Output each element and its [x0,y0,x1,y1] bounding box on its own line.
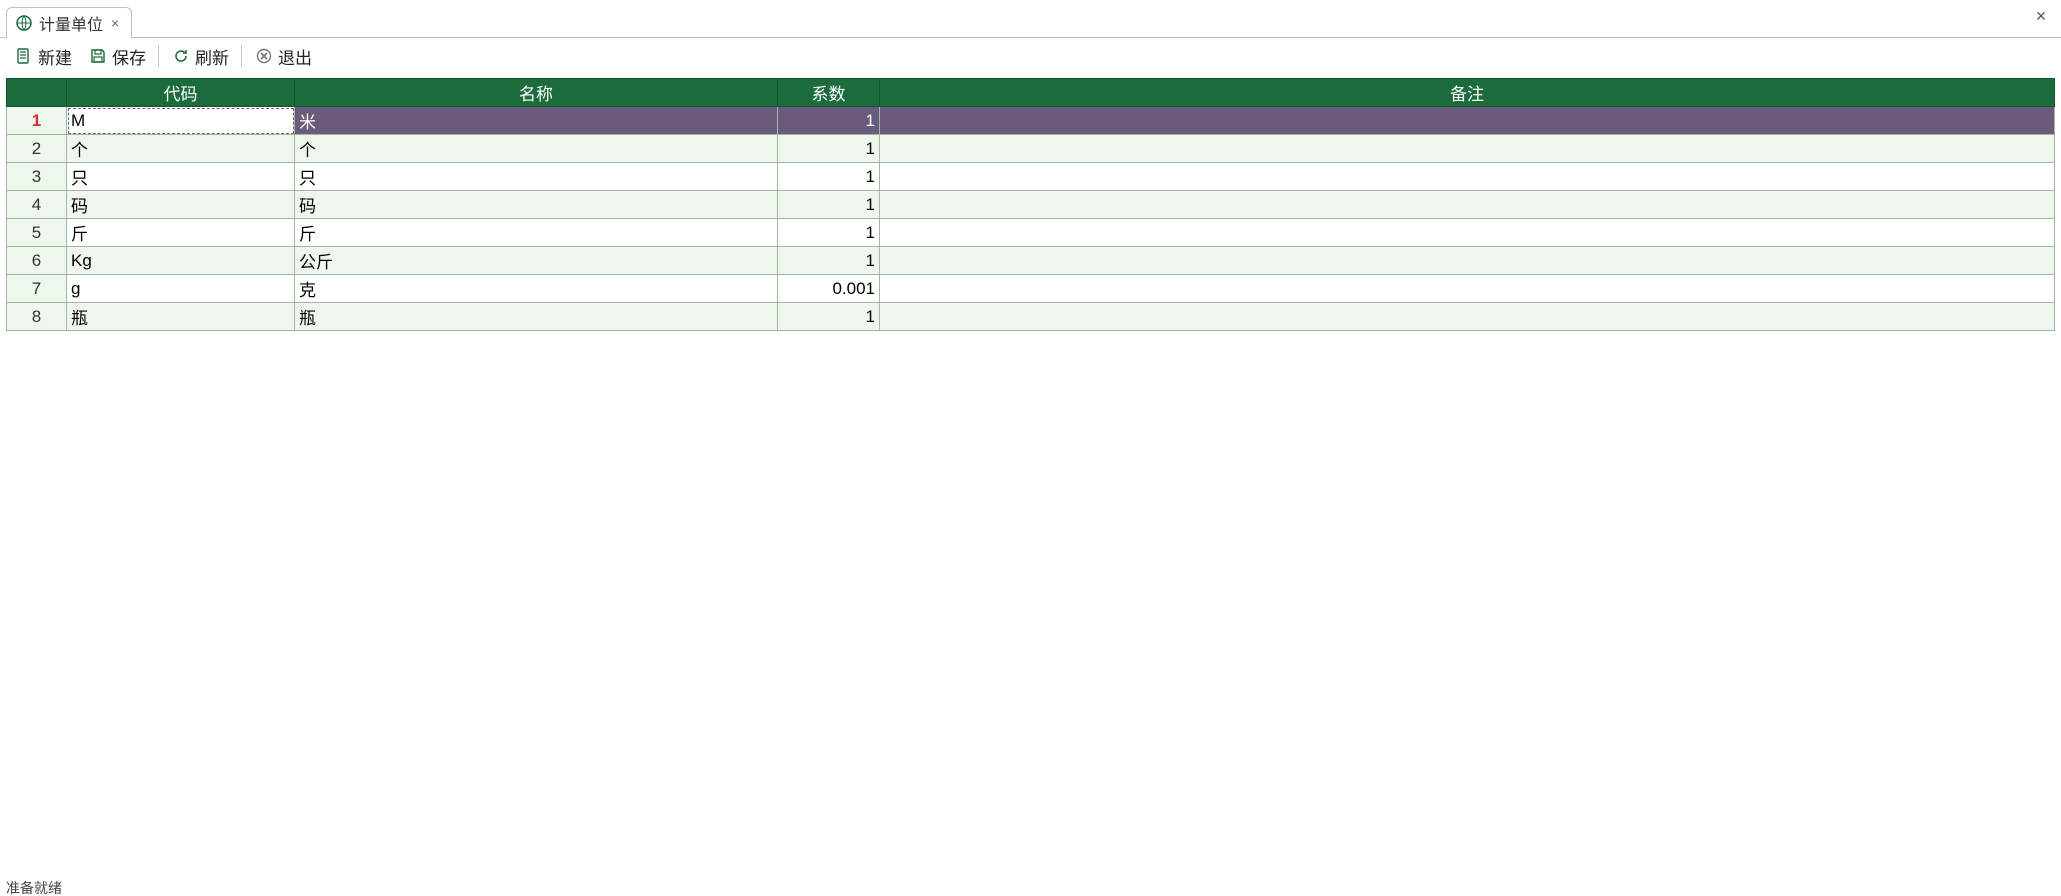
column-header-name[interactable]: 名称 [295,79,778,107]
table-row[interactable]: 8瓶瓶1 [7,303,2055,331]
new-icon [14,46,34,66]
row-number[interactable]: 8 [7,303,67,331]
status-text: 准备就绪 [6,880,62,896]
cell-factor[interactable]: 1 [778,219,880,247]
table-row[interactable]: 6Kg公斤1 [7,247,2055,275]
table-row[interactable]: 5斤斤1 [7,219,2055,247]
column-header-remark[interactable]: 备注 [880,79,2055,107]
cell-code[interactable]: 只 [67,163,295,191]
table-row[interactable]: 2个个1 [7,135,2055,163]
cell-code[interactable]: 瓶 [67,303,295,331]
cell-factor[interactable]: 0.001 [778,275,880,303]
cell-code[interactable]: 码 [67,191,295,219]
row-number[interactable]: 5 [7,219,67,247]
toolbar-separator [241,45,242,67]
globe-icon [15,14,33,32]
cell-factor[interactable]: 1 [778,191,880,219]
cell-remark[interactable] [880,247,2055,275]
tab-strip: 计量单位 × × [0,0,2061,38]
row-number[interactable]: 1 [7,107,67,135]
cell-remark[interactable] [880,275,2055,303]
window-close-icon[interactable]: × [2029,4,2053,28]
cell-name[interactable]: 瓶 [295,303,778,331]
table-row[interactable]: 4码码1 [7,191,2055,219]
table-row[interactable]: 7g克0.001 [7,275,2055,303]
new-label: 新建 [38,44,72,69]
cell-remark[interactable] [880,219,2055,247]
exit-icon [254,46,274,66]
cell-code[interactable]: 个 [67,135,295,163]
cell-name[interactable]: 只 [295,163,778,191]
tab-measurement-unit[interactable]: 计量单位 × [6,7,132,39]
row-number[interactable]: 2 [7,135,67,163]
cell-factor[interactable]: 1 [778,163,880,191]
cell-factor[interactable]: 1 [778,107,880,135]
save-button[interactable]: 保存 [82,42,152,71]
row-number[interactable]: 7 [7,275,67,303]
close-icon[interactable]: × [109,15,121,31]
table-row[interactable]: 1M米1 [7,107,2055,135]
cell-name[interactable]: 公斤 [295,247,778,275]
cell-name[interactable]: 个 [295,135,778,163]
cell-remark[interactable] [880,107,2055,135]
tab-title: 计量单位 [39,11,103,35]
save-icon [88,46,108,66]
cell-code[interactable]: g [67,275,295,303]
cell-remark[interactable] [880,135,2055,163]
cell-factor[interactable]: 1 [778,135,880,163]
cell-remark[interactable] [880,303,2055,331]
data-grid[interactable]: 代码 名称 系数 备注 1M米12个个13只只14码码15斤斤16Kg公斤17g… [6,78,2055,331]
exit-button[interactable]: 退出 [248,42,318,71]
table-row[interactable]: 3只只1 [7,163,2055,191]
cell-name[interactable]: 码 [295,191,778,219]
column-header-code[interactable]: 代码 [67,79,295,107]
cell-name[interactable]: 斤 [295,219,778,247]
refresh-icon [171,46,191,66]
cell-factor[interactable]: 1 [778,303,880,331]
cell-code[interactable]: M [67,107,295,135]
column-header-rownum[interactable] [7,79,67,107]
cell-name[interactable]: 克 [295,275,778,303]
cell-name[interactable]: 米 [295,107,778,135]
cell-code[interactable]: Kg [67,247,295,275]
toolbar-separator [158,45,159,67]
cell-remark[interactable] [880,163,2055,191]
refresh-button[interactable]: 刷新 [165,42,235,71]
cell-factor[interactable]: 1 [778,247,880,275]
row-number[interactable]: 6 [7,247,67,275]
cell-code[interactable]: 斤 [67,219,295,247]
new-button[interactable]: 新建 [8,42,78,71]
toolbar: 新建 保存 刷新 退出 [0,38,2061,74]
row-number[interactable]: 3 [7,163,67,191]
grid-container: 代码 名称 系数 备注 1M米12个个13只只14码码15斤斤16Kg公斤17g… [6,78,2055,874]
refresh-label: 刷新 [195,44,229,69]
header-row: 代码 名称 系数 备注 [7,79,2055,107]
row-number[interactable]: 4 [7,191,67,219]
save-label: 保存 [112,44,146,69]
status-bar: 准备就绪 [0,878,2061,896]
column-header-factor[interactable]: 系数 [778,79,880,107]
exit-label: 退出 [278,44,312,69]
cell-remark[interactable] [880,191,2055,219]
